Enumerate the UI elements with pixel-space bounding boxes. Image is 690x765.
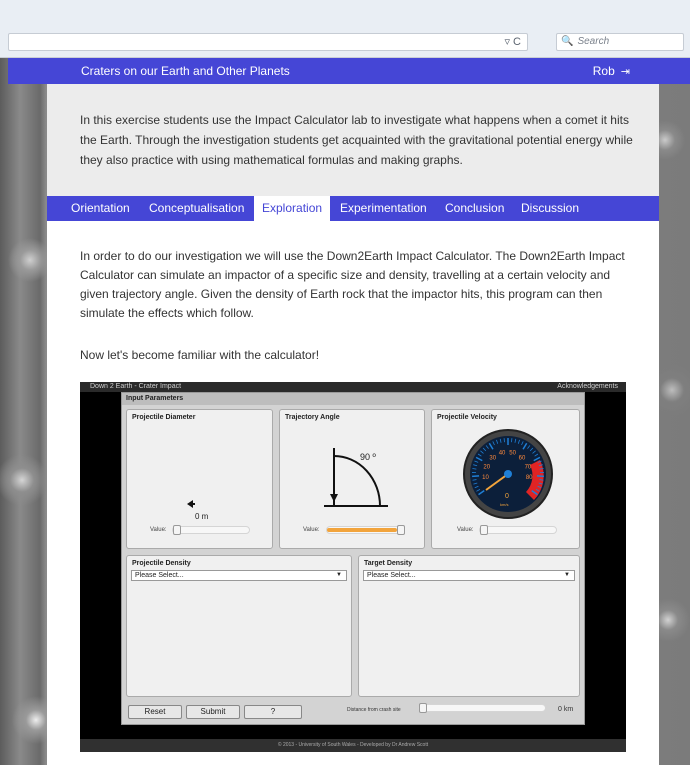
browser-toolbar: ▿ C 🔍 Search xyxy=(0,0,690,58)
trajectory-angle-title: Trajectory Angle xyxy=(285,414,340,421)
projectile-density-title: Projectile Density xyxy=(132,560,191,567)
gauge-tick-label: 10 xyxy=(482,475,489,481)
impact-calculator: Down 2 Earth - Crater Impact Acknowledge… xyxy=(80,382,626,752)
app-title: Craters on our Earth and Other Planets xyxy=(81,64,290,78)
angle-readout: 90 º xyxy=(360,452,376,462)
projectile-diameter-box: Projectile Diameter 0 m Value: xyxy=(126,409,273,549)
chevron-down-icon: ▼ xyxy=(336,572,342,578)
distance-readout: 0 km xyxy=(558,706,574,713)
search-icon: 🔍 xyxy=(561,36,574,47)
angle-slider[interactable] xyxy=(326,525,405,535)
trajectory-angle-box: Trajectory Angle 90 º Value: xyxy=(279,409,425,549)
distance-label: Distance from crash site xyxy=(347,707,401,713)
tab-exploration[interactable]: Exploration xyxy=(254,196,331,221)
search-placeholder: Search xyxy=(577,36,610,47)
search-input[interactable]: 🔍 Search xyxy=(556,33,684,51)
diameter-readout: 0 m xyxy=(195,512,209,521)
help-button[interactable]: ? xyxy=(244,705,302,719)
velocity-slider[interactable] xyxy=(479,525,557,535)
gauge-value: 0 xyxy=(505,493,509,500)
sim-footer: © 2013 - University of South Wales - Dev… xyxy=(80,739,626,752)
exercise-card: In this exercise students use the Impact… xyxy=(47,84,659,765)
projectile-velocity-box: Projectile Velocity 10 20 30 40 50 60 70 80 0 k… xyxy=(431,409,580,549)
projectile-velocity-title: Projectile Velocity xyxy=(437,414,497,421)
calculator-intro: Now let's become familiar with the calcu… xyxy=(80,348,320,362)
exploration-paragraph: In order to do our investigation we will… xyxy=(80,249,625,320)
target-density-select[interactable]: Please Select... ▼ xyxy=(363,570,575,581)
address-bar[interactable]: ▿ C xyxy=(8,33,528,51)
reload-icon[interactable]: ▿ C xyxy=(504,35,521,48)
target-density-value: Please Select... xyxy=(367,572,416,579)
user-menu[interactable]: Rob ⇥ xyxy=(593,64,630,78)
velocity-slider-thumb[interactable] xyxy=(480,525,488,535)
diameter-slider[interactable] xyxy=(172,525,250,535)
gauge-tick-label: 30 xyxy=(489,456,496,462)
input-parameters-panel: Input Parameters Projectile Diameter 0 m… xyxy=(121,392,585,725)
gauge-tick-label: 60 xyxy=(519,456,526,462)
velocity-value-label: Value: xyxy=(457,527,474,533)
tab-bar: Orientation Conceptualisation Exploratio… xyxy=(47,196,659,221)
gauge-tick-label: 20 xyxy=(483,464,490,470)
gauge-tick-label: 50 xyxy=(509,451,516,457)
intro-text: In this exercise students use the Impact… xyxy=(47,84,659,196)
acknowledgements-link[interactable]: Acknowledgements xyxy=(557,383,618,390)
distance-slider-thumb[interactable] xyxy=(419,703,427,713)
projectile-marker-icon xyxy=(187,500,195,508)
velocity-gauge: 10 20 3040 5060 70 80 0 km/s xyxy=(463,429,553,519)
angle-slider-thumb[interactable] xyxy=(397,525,405,535)
gauge-tick-label: 70 xyxy=(525,464,532,470)
tab-experimentation[interactable]: Experimentation xyxy=(332,196,435,221)
projectile-diameter-title: Projectile Diameter xyxy=(132,414,196,421)
angle-slider-fill xyxy=(327,528,397,532)
gauge-unit: km/s xyxy=(500,502,508,507)
sim-titlebar: Down 2 Earth - Crater Impact Acknowledge… xyxy=(80,382,626,392)
tab-discussion[interactable]: Discussion xyxy=(513,196,587,221)
diameter-value-label: Value: xyxy=(150,527,167,533)
reset-button[interactable]: Reset xyxy=(128,705,182,719)
projectile-density-select[interactable]: Please Select... ▼ xyxy=(131,570,347,581)
gauge-hub xyxy=(504,470,512,478)
submit-button[interactable]: Submit xyxy=(186,705,240,719)
projectile-density-box: Projectile Density Please Select... ▼ xyxy=(126,555,352,697)
sim-title: Down 2 Earth - Crater Impact xyxy=(90,383,182,390)
tab-conclusion[interactable]: Conclusion xyxy=(437,196,512,221)
input-parameters-title: Input Parameters xyxy=(122,393,584,405)
distance-slider[interactable] xyxy=(418,703,546,713)
tab-conceptualisation[interactable]: Conceptualisation xyxy=(141,196,252,221)
target-density-title: Target Density xyxy=(364,560,413,567)
user-name: Rob xyxy=(592,64,615,78)
logout-icon[interactable]: ⇥ xyxy=(621,66,630,78)
tab-orientation[interactable]: Orientation xyxy=(63,196,138,221)
chevron-down-icon: ▼ xyxy=(564,572,570,578)
gauge-tick-label: 80 xyxy=(526,475,533,481)
angle-value-label: Value: xyxy=(303,527,320,533)
projectile-density-value: Please Select... xyxy=(135,572,184,579)
angle-arc-diagram xyxy=(324,448,388,507)
diameter-slider-thumb[interactable] xyxy=(173,525,181,535)
gauge-tick-label: 40 xyxy=(499,451,506,457)
target-density-box: Target Density Please Select... ▼ xyxy=(358,555,580,697)
app-header: Craters on our Earth and Other Planets R… xyxy=(8,58,690,84)
